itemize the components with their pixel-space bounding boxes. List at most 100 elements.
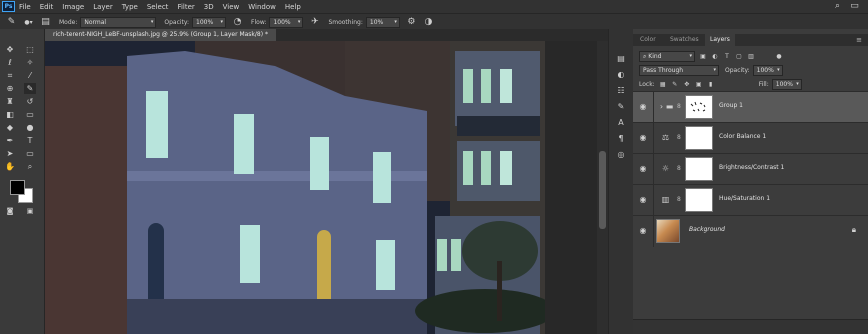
eraser-tool-icon[interactable]: ◧ [4,109,16,120]
layer-row-group-1[interactable]: ◉ › ▬ 8 Group 1 [633,91,868,123]
gradient-tool-icon[interactable]: ▭ [24,109,36,120]
lock-all-icon[interactable]: ▮ [707,81,715,89]
character-panel-icon[interactable]: A [615,117,627,128]
brush-tool-preset-icon[interactable]: ✎ [6,17,17,28]
layer-mask-thumbnail[interactable] [685,188,713,212]
visibility-eye-icon[interactable]: ◉ [637,101,649,112]
link-icon[interactable]: 8 [677,163,681,174]
clone-stamp-tool-icon[interactable]: ♜ [4,96,16,107]
quick-select-tool-icon[interactable]: ✧ [24,57,36,68]
type-filter-icon[interactable]: T [723,53,731,61]
move-tool-icon[interactable]: ✥ [4,44,16,55]
search-icon[interactable]: ⌕ [832,1,843,12]
type-tool-icon[interactable]: T [24,135,36,146]
blend-mode-select[interactable]: Pass Through ▾ [639,65,719,76]
tab-color[interactable]: Color [635,34,661,46]
link-icon[interactable]: 8 [677,101,681,112]
menu-type[interactable]: Type [122,3,138,11]
pen-tool-icon[interactable]: ✒ [4,135,16,146]
zoom-tool-icon[interactable]: ⌕ [24,161,36,172]
kind-filter-select[interactable]: ⌕ Kind ▾ [639,51,695,62]
background-thumbnail[interactable] [656,219,680,243]
layer-mask-thumbnail[interactable] [685,157,713,181]
menu-help[interactable]: Help [285,3,301,11]
marquee-tool-icon[interactable]: ⬚ [24,44,36,55]
dodge-tool-icon[interactable]: ● [24,122,36,133]
layer-row-background[interactable]: ◉ Background 🔒︎ [633,215,868,247]
blur-tool-icon[interactable]: ◆ [4,122,16,133]
menu-view[interactable]: View [223,3,240,11]
pressure-size-icon[interactable]: ◑ [423,17,434,28]
tab-swatches[interactable]: Swatches [665,34,704,46]
menu-image[interactable]: Image [62,3,84,11]
workspace-icon[interactable]: ▭ [849,1,860,12]
visibility-eye-icon[interactable]: ◉ [637,163,649,174]
rectangle-tool-icon[interactable]: ▭ [24,148,36,159]
smoothing-field[interactable]: 10% ▾ [365,16,400,28]
link-icon[interactable]: 8 [677,132,681,143]
lock-transparent-icon[interactable]: ▦ [659,81,667,89]
visibility-eye-icon[interactable]: ◉ [637,225,649,236]
menu-file[interactable]: File [19,3,31,11]
brush-tool-icon[interactable]: ✎ [24,83,36,94]
lasso-tool-icon[interactable]: ℓ [4,57,16,68]
document-tab[interactable]: rich-terent-NIGH_LeBF-unsplash.jpg @ 25.… [45,29,276,41]
healing-brush-tool-icon[interactable]: ⊕ [4,83,16,94]
history-brush-tool-icon[interactable]: ↺ [24,96,36,107]
fill-field[interactable]: 100% ▾ [771,79,802,90]
shape-filter-icon[interactable]: ▢ [735,53,743,61]
smoothing-label: Smoothing: [328,18,363,26]
channels-panel-icon[interactable]: ◎ [615,149,627,160]
layer-row-hue-saturation-1[interactable]: ◉ ▥ 8 Hue/Saturation 1 [633,184,868,216]
mode-select[interactable]: Normal ▾ [80,16,157,28]
gear-icon[interactable]: ⚙ [406,17,417,28]
menu-edit[interactable]: Edit [40,3,54,11]
adjustments-panel-icon[interactable]: ◐ [615,69,627,80]
visibility-eye-icon[interactable]: ◉ [637,132,649,143]
hand-tool-icon[interactable]: ✋ [4,161,16,172]
screen-mode-icon[interactable]: ▣ [24,206,36,217]
lock-artboard-icon[interactable]: ▣ [695,81,703,89]
filter-toggle-icon[interactable]: ● [775,53,783,61]
fill-label: Fill: [758,81,769,88]
scrollbar-thumb[interactable] [599,151,606,229]
opacity-field[interactable]: 100% ▾ [192,16,227,28]
lock-pixels-icon[interactable]: ✎ [671,81,679,89]
image-filter-icon[interactable]: ▣ [699,53,707,61]
menu-3d[interactable]: 3D [204,3,214,11]
visibility-eye-icon[interactable]: ◉ [637,194,649,205]
foreground-color-swatch[interactable] [10,180,25,195]
panel-menu-icon[interactable]: ≡ [856,34,862,46]
history-panel-icon[interactable]: ▤ [615,53,627,64]
tab-layers[interactable]: Layers [705,34,735,46]
quick-mask-icon[interactable]: ◙ [4,206,16,217]
paragraph-panel-icon[interactable]: ¶ [615,133,627,144]
layer-row-color-balance-1[interactable]: ◉ ⚖ 8 Color Balance 1 [633,122,868,154]
brush-settings-icon[interactable]: ▤ [40,17,51,28]
canvas-area[interactable] [45,41,597,334]
layers-panel-group: Color Swatches Layers ≡ ⌕ Kind ▾ ▣ ◐ T ▢ … [633,29,868,334]
link-icon[interactable]: 8 [677,194,681,205]
smart-object-filter-icon[interactable]: ▥ [747,53,755,61]
flow-field[interactable]: 100% ▾ [269,16,304,28]
path-selection-tool-icon[interactable]: ➤ [4,148,16,159]
menu-filter[interactable]: Filter [177,3,194,11]
layer-mask-thumbnail[interactable] [685,95,713,119]
airbrush-icon[interactable]: ✈ [309,17,320,28]
adjustment-filter-icon[interactable]: ◐ [711,53,719,61]
brush-settings-panel-icon[interactable]: ✎ [615,101,627,112]
properties-panel-icon[interactable]: ☷ [615,85,627,96]
eyedropper-tool-icon[interactable]: ⁄ [24,70,36,81]
layer-mask-thumbnail[interactable] [685,126,713,150]
menu-layer[interactable]: Layer [93,3,113,11]
menu-select[interactable]: Select [147,3,169,11]
crop-tool-icon[interactable]: ⌗ [4,70,16,81]
pressure-opacity-icon[interactable]: ◔ [232,17,243,28]
layer-opacity-field[interactable]: 100% ▾ [752,65,783,76]
menu-window[interactable]: Window [248,3,276,11]
layer-row-brightness-contrast-1[interactable]: ◉ ☼ 8 Brightness/Contrast 1 [633,153,868,185]
brush-size-icon[interactable]: ●▾ [23,17,34,28]
lit-window [437,239,447,271]
lock-position-icon[interactable]: ✥ [683,81,691,89]
vertical-scrollbar[interactable] [597,41,608,334]
